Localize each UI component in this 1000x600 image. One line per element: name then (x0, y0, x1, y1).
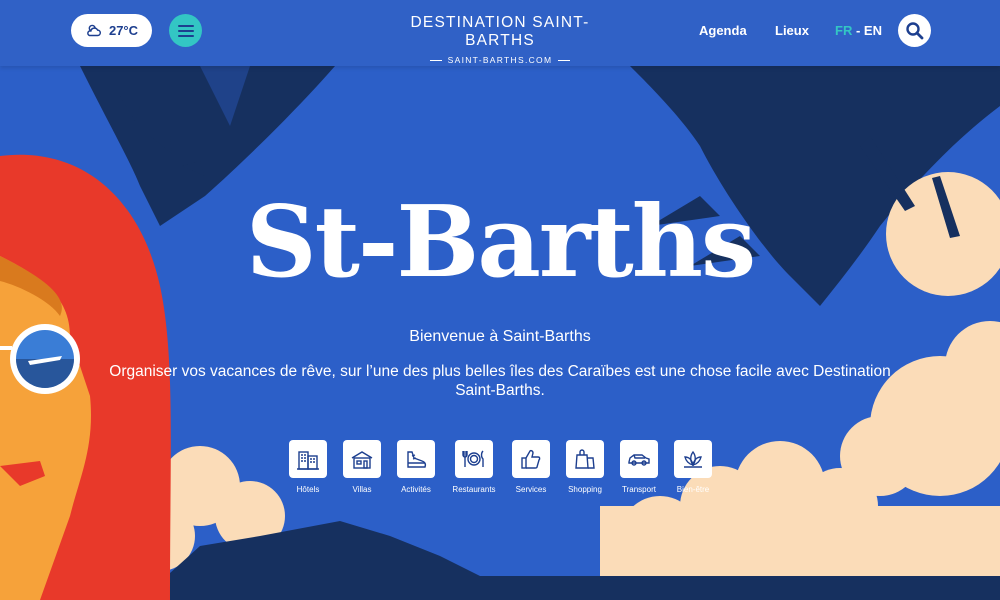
hero-section: St-Barths Bienvenue à Saint-Barths Organ… (0, 66, 1000, 600)
category-restaurants[interactable]: Restaurants (446, 440, 502, 494)
brand-logo[interactable]: DESTINATION SAINT-BARTHS SAINT-BARTHS.CO… (380, 14, 620, 65)
plate-cutlery-icon (462, 450, 484, 467)
search-icon (905, 21, 923, 39)
menu-button[interactable] (169, 14, 202, 47)
lang-separator: - (852, 23, 864, 38)
category-villas[interactable]: Villas (334, 440, 390, 494)
lang-en[interactable]: EN (864, 23, 882, 38)
category-label: Villas (352, 485, 372, 494)
brand-site-text: SAINT-BARTHS.COM (447, 55, 553, 65)
category-label: Shopping (568, 485, 602, 494)
category-hotels[interactable]: Hôtels (280, 440, 336, 494)
category-activites[interactable]: Activités (388, 440, 444, 494)
hamburger-icon-line (177, 34, 194, 37)
shopping-bag-icon (575, 449, 595, 469)
category-label: Services (515, 485, 547, 494)
category-services[interactable]: Services (503, 440, 559, 494)
category-links: Hôtels Villas Activités Restaurants Serv… (0, 440, 1000, 510)
hero-welcome: Bienvenue à Saint-Barths (409, 328, 591, 345)
hamburger-icon-line (177, 24, 194, 27)
villa-icon (351, 451, 373, 469)
category-bien-etre[interactable]: Bien-être (665, 440, 721, 494)
partly-cloudy-icon (87, 24, 101, 36)
category-transport[interactable]: Transport (611, 440, 667, 494)
search-button[interactable] (898, 14, 931, 47)
category-label: Hôtels (296, 485, 320, 494)
category-label: Transport (622, 485, 656, 494)
car-icon (628, 454, 650, 466)
category-label: Bien-être (676, 485, 710, 494)
sneaker-icon (407, 451, 427, 468)
category-shopping[interactable]: Shopping (557, 440, 613, 494)
hotel-icon (297, 451, 319, 470)
language-switcher: FR - EN (835, 23, 882, 38)
nav-lieux[interactable]: Lieux (775, 23, 809, 38)
thumbs-up-icon (521, 449, 541, 469)
category-label: Restaurants (452, 485, 496, 494)
hamburger-icon-line (177, 29, 194, 32)
brand-site: SAINT-BARTHS.COM (380, 55, 620, 65)
hero-title: St-Barths (245, 185, 756, 300)
lang-fr[interactable]: FR (835, 23, 852, 38)
weather-widget[interactable]: 27°C (71, 14, 152, 47)
brand-title: DESTINATION SAINT-BARTHS (410, 14, 590, 49)
hero-description: Organiser vos vacances de rêve, sur l’un… (109, 363, 891, 399)
lotus-icon (684, 450, 702, 468)
temperature-value: 27°C (108, 23, 139, 38)
category-label: Activités (401, 485, 431, 494)
site-header: 27°C DESTINATION SAINT-BARTHS SAINT-BART… (0, 0, 1000, 66)
nav-agenda[interactable]: Agenda (699, 23, 747, 38)
